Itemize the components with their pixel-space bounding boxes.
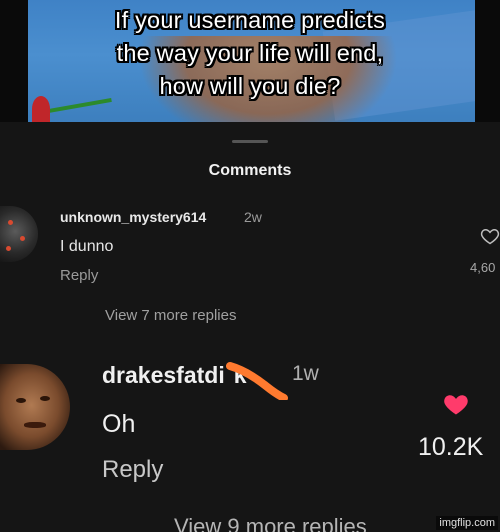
like-heart-icon[interactable] bbox=[480, 226, 500, 246]
avatar-spark bbox=[8, 220, 13, 225]
comment-timestamp: 1w bbox=[292, 362, 319, 385]
avatar-eye bbox=[40, 396, 50, 401]
comment-text: Oh bbox=[102, 410, 136, 438]
avatar-spark bbox=[20, 236, 25, 241]
like-count: 4,60 bbox=[470, 260, 496, 275]
view-more-replies-button[interactable]: View 9 more replies bbox=[174, 514, 367, 532]
like-heart-icon[interactable] bbox=[441, 390, 471, 418]
avatar[interactable] bbox=[0, 206, 38, 262]
avatar-eye bbox=[16, 398, 26, 403]
comment-username[interactable]: unknown_mystery614 bbox=[60, 209, 206, 225]
video-caption-line-1: If your username predicts bbox=[114, 7, 386, 33]
watermark: imgflip.com bbox=[436, 516, 498, 530]
like-count: 10.2K bbox=[418, 433, 484, 461]
reply-button[interactable]: Reply bbox=[60, 267, 98, 284]
view-more-replies-button[interactable]: View 7 more replies bbox=[105, 307, 236, 324]
video-caption-line-2: the way your life will end, bbox=[116, 40, 384, 66]
avatar-mouth bbox=[24, 422, 46, 428]
reply-button[interactable]: Reply bbox=[102, 456, 163, 484]
censor-scribble bbox=[226, 362, 288, 400]
avatar-spark bbox=[6, 246, 11, 251]
comment-timestamp: 2w bbox=[244, 209, 262, 225]
video-preview[interactable]: If your username predicts the way your l… bbox=[0, 0, 500, 122]
avatar[interactable] bbox=[0, 364, 70, 450]
comments-title: Comments bbox=[208, 162, 292, 179]
username-visible-part: drakesfatdi bbox=[102, 362, 225, 388]
comment-text: I dunno bbox=[60, 238, 114, 255]
comment-username[interactable]: drakesfatdi k bbox=[102, 362, 247, 389]
sheet-drag-handle[interactable] bbox=[232, 140, 268, 143]
video-caption-line-3: how will you die? bbox=[159, 73, 341, 99]
